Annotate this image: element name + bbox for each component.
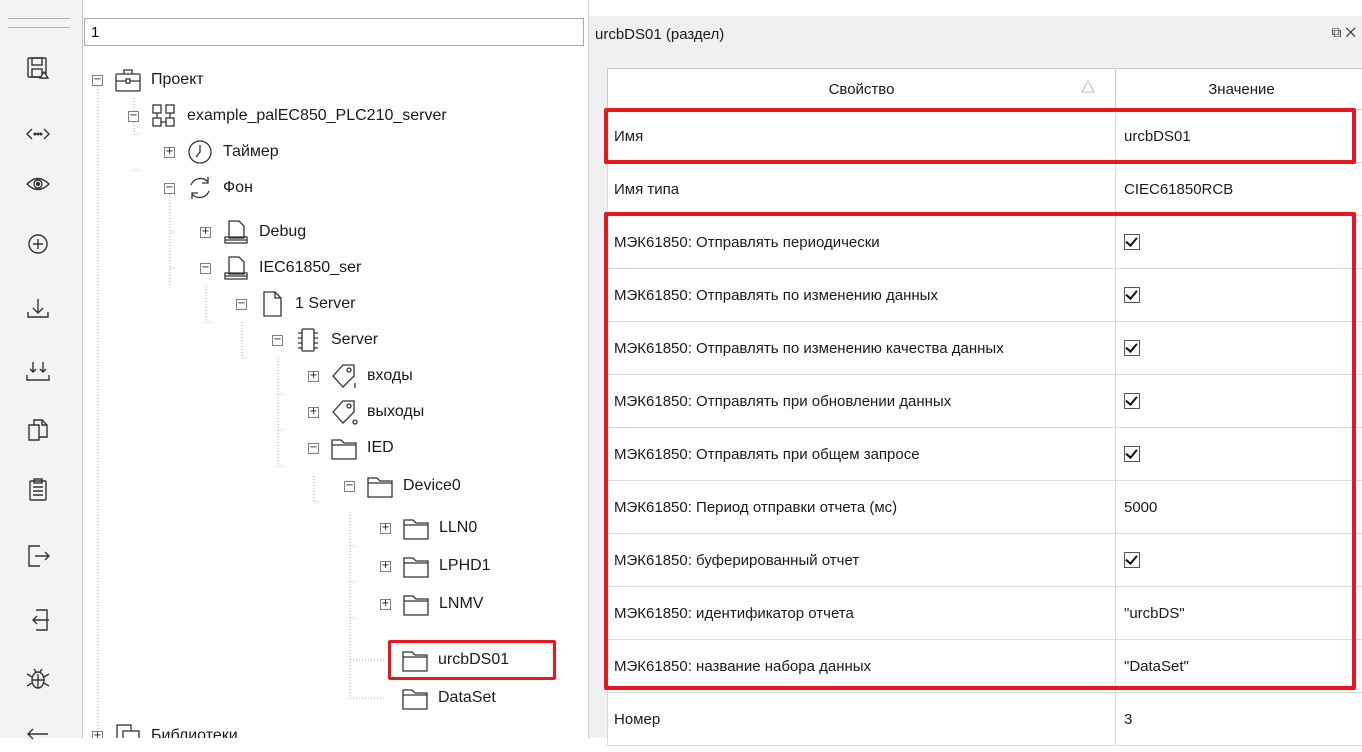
tree-node-label: входы [367,367,413,385]
expand-toggle[interactable]: + [92,731,103,739]
toolbar-grip[interactable] [8,18,70,28]
property-name: Имя типа [608,163,1116,216]
project-icon [113,65,143,95]
collapse-toggle[interactable]: − [164,183,175,194]
highlight-iec-rows [604,212,1356,690]
column-header-property[interactable]: Свойство [608,69,1116,110]
tag-output-icon [329,397,359,427]
collapse-toggle[interactable]: − [308,443,319,454]
tree-node-label: Фон [223,179,253,197]
collapse-toggle[interactable]: − [128,111,139,122]
tree-node-libraries[interactable]: + Библиотеки [92,718,238,738]
expand-toggle[interactable]: + [164,147,175,158]
window-controls: ⧉ ✕ [1331,24,1356,41]
tree-node-label: DataSet [438,689,496,707]
code-icon[interactable] [20,116,56,152]
cycle-icon [185,173,215,203]
tree-node-label: Device0 [403,477,461,495]
tree-node-project[interactable]: − Проект [92,62,204,98]
property-row[interactable]: Имя типаCIEC61850RCB [608,163,1362,216]
tree-node-iec61850-ser[interactable]: − IEC61850_ser [200,250,361,286]
tree-node-1-server[interactable]: − 1 Server [236,286,355,322]
tree-node-label: example_palEC850_PLC210_server [187,107,447,125]
project-tree-panel: − Проект − example_palEC850_PLC210_serve… [84,0,589,738]
tree-node-label: 1 Server [295,295,355,313]
debug-icon[interactable] [20,660,56,696]
highlight-name-row [604,108,1356,164]
folder-icon [365,471,395,501]
expand-toggle[interactable]: + [308,407,319,418]
back-icon[interactable] [20,716,56,752]
tree-node-outputs[interactable]: + выходы [308,394,424,430]
float-window-icon[interactable]: ⧉ [1331,24,1341,40]
folder-icon [329,433,359,463]
properties-panel: urcbDS01 (раздел) ⧉ ✕ Свойство Значение … [589,16,1362,738]
panel-title: urcbDS01 (раздел) [595,26,724,43]
expand-toggle[interactable]: + [200,227,211,238]
file-icon [257,289,287,319]
chip-icon [293,325,323,355]
folder-icon [400,683,430,713]
tree-node-label: IED [367,439,394,457]
program-icon [221,217,251,247]
copy-icon[interactable] [20,412,56,448]
selected-node-highlight [388,640,556,680]
tree-node-label: Библиотеки [151,727,238,738]
save-icon[interactable] [20,50,56,86]
tree-node-timer[interactable]: + Таймер [164,134,279,170]
expand-toggle[interactable]: + [380,599,391,610]
folder-icon [401,513,431,543]
program-icon [221,253,251,283]
tree-node-background[interactable]: − Фон [164,170,253,206]
tree-node-debug[interactable]: + Debug [200,214,306,250]
folder-icon [401,589,431,619]
tree-node-label: Таймер [223,143,279,161]
close-icon[interactable]: ✕ [1345,24,1356,40]
device-icon [149,101,179,131]
tree-node-label: LNMV [439,595,483,613]
tree-node-dataset[interactable]: DataSet [400,680,496,716]
sort-ascending-icon [1081,79,1095,93]
download-multiple-icon[interactable] [20,354,56,390]
project-tree: − Проект − example_palEC850_PLC210_serve… [84,46,588,738]
tree-node-inputs[interactable]: + входы [308,358,413,394]
download-icon[interactable] [20,290,56,326]
tag-input-icon [329,361,359,391]
tree-node-label: LPHD1 [439,557,491,575]
collapse-toggle[interactable]: − [92,75,103,86]
tree-search-input[interactable] [84,18,584,46]
collapse-toggle[interactable]: − [344,481,355,492]
tree-node-label: Проект [151,71,204,89]
import-icon[interactable] [20,602,56,638]
tree-node-label: IEC61850_ser [259,259,361,277]
tree-node-ied[interactable]: − IED [308,430,394,466]
property-value[interactable]: CIEC61850RCB [1116,163,1362,216]
collapse-toggle[interactable]: − [236,299,247,310]
expand-toggle[interactable]: + [380,523,391,534]
tree-node-server[interactable]: − Server [272,322,378,358]
add-icon[interactable] [20,226,56,262]
tree-node-label: выходы [367,403,424,421]
tree-node-label: LLN0 [439,519,477,537]
left-toolbar [0,0,83,738]
collapse-toggle[interactable]: − [200,263,211,274]
tree-node-lnmv[interactable]: + LNMV [380,586,483,622]
export-icon[interactable] [20,538,56,574]
tree-node-device0[interactable]: − Device0 [344,468,461,504]
tree-node-lphd1[interactable]: + LPHD1 [380,548,491,584]
tree-node-label: Server [331,331,378,349]
eye-icon[interactable] [20,166,56,202]
expand-toggle[interactable]: + [380,561,391,572]
collapse-toggle[interactable]: − [272,335,283,346]
column-header-value[interactable]: Значение [1116,69,1362,110]
tree-node-lln0[interactable]: + LLN0 [380,510,477,546]
paste-icon[interactable] [20,472,56,508]
expand-toggle[interactable]: + [308,371,319,382]
timer-icon [185,137,215,167]
tree-node-device[interactable]: − example_palEC850_PLC210_server [128,98,447,134]
library-icon [113,721,143,738]
folder-icon [401,551,431,581]
tree-node-label: Debug [259,223,306,241]
